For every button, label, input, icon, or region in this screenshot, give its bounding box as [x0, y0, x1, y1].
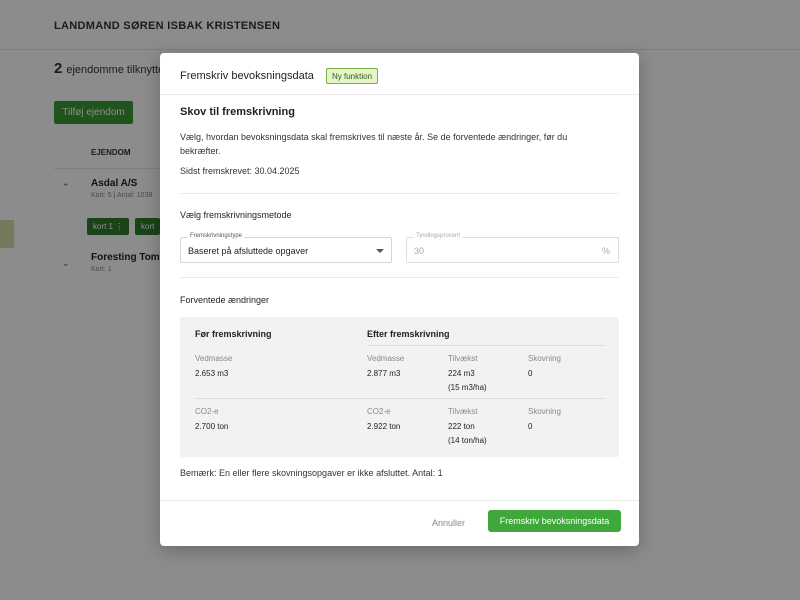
warning-note: Bemærk: En eller flere skovningsopgaver …: [180, 468, 443, 478]
growth-value: 222 ton: [448, 422, 475, 431]
before-header: Før fremskrivning: [195, 329, 272, 339]
before-value: 2.653 m3: [195, 369, 229, 378]
footer-divider: [160, 500, 639, 501]
projection-type-value: Baseret på afsluttede opgaver: [188, 246, 309, 256]
last-projected-date: Sidst fremskrevet: 30.04.2025: [180, 166, 300, 176]
thinning-percent-input: Tyndingsprocent 30 %: [406, 233, 619, 263]
felling-value: 0: [528, 369, 533, 378]
row-label: CO2-e: [195, 407, 219, 416]
percent-unit: %: [601, 246, 610, 256]
after-header: Efter fremskrivning: [367, 329, 450, 339]
description-text: Vælg, hvordan bevoksningsdata skal frems…: [180, 132, 568, 156]
growth-value: 224 m3: [448, 369, 475, 378]
felling-label: Skovning: [528, 354, 561, 363]
thinning-percent-legend: Tyndingsprocent: [414, 233, 463, 239]
after-label: Vedmasse: [367, 354, 405, 363]
projection-type-select[interactable]: Fremskrivningstype Baseret på afsluttede…: [180, 233, 392, 263]
expected-changes-table: Før fremskrivning Efter fremskrivning Ve…: [180, 317, 619, 457]
new-feature-badge: Ny funktion: [326, 68, 379, 84]
before-value: 2.700 ton: [195, 422, 229, 431]
growth-per-ha: (15 m3/ha): [448, 383, 487, 392]
changes-title: Forventede ændringer: [180, 295, 270, 305]
header-divider: [367, 345, 605, 346]
divider: [180, 277, 619, 278]
dropdown-caret-icon: [376, 249, 384, 253]
projection-dialog: Fremskriv bevoksningsdata Ny funktion Sk…: [160, 53, 639, 546]
growth-label: Tilvækst: [448, 354, 478, 363]
cancel-button[interactable]: Annuller: [432, 514, 465, 532]
after-label: CO2-e: [367, 407, 391, 416]
row-divider: [195, 398, 605, 399]
growth-label: Tilvækst: [448, 407, 478, 416]
felling-value: 0: [528, 422, 533, 431]
dialog-header: Fremskriv bevoksningsdata Ny funktion: [160, 53, 639, 95]
project-data-button[interactable]: Fremskriv bevoksningsdata: [488, 510, 621, 532]
method-title: Vælg fremskrivningsmetode: [180, 210, 292, 220]
after-value: 2.922 ton: [367, 422, 401, 431]
divider: [180, 193, 619, 194]
projection-type-legend: Fremskrivningstype: [188, 233, 245, 239]
row-label: Vedmasse: [195, 354, 233, 363]
felling-label: Skovning: [528, 407, 561, 416]
section-title: Skov til fremskrivning: [180, 106, 295, 118]
dialog-title: Fremskriv bevoksningsdata: [180, 70, 314, 82]
after-value: 2.877 m3: [367, 369, 401, 378]
growth-per-ha: (14 ton/ha): [448, 436, 487, 445]
thinning-percent-value: 30: [414, 246, 425, 256]
